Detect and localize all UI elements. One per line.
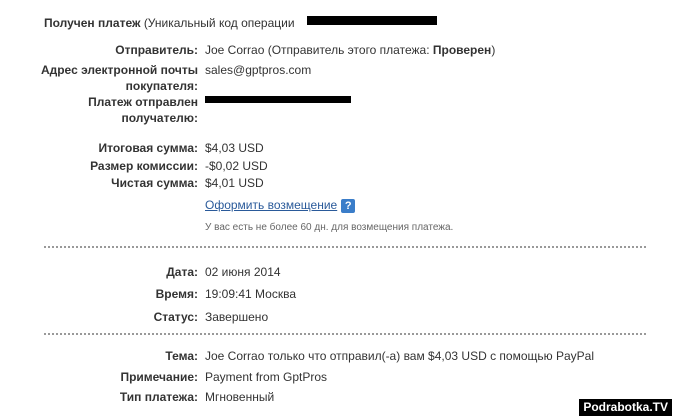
sent-to-label-line2: получателю: — [121, 111, 198, 125]
date-label: Дата: — [166, 265, 198, 279]
redacted-recipient-email — [205, 96, 351, 103]
refund-row: Оформить возмещение? — [205, 198, 356, 213]
status-label: Статус: — [153, 310, 198, 324]
status-value: Завершено — [205, 310, 269, 324]
date-value: 02 июня 2014 — [205, 265, 281, 279]
issue-refund-link[interactable]: Оформить возмещение — [205, 198, 337, 212]
redacted-transaction-id — [307, 16, 437, 25]
email-label-line2: покупателя: — [125, 79, 198, 93]
time-value: 19:09:41 Москва — [205, 287, 297, 301]
refund-note: У вас есть не более 60 дн. для возмещени… — [205, 222, 454, 233]
sent-to-label-line1: Платеж отправлен — [88, 95, 198, 109]
sender-value: Joe Corrao (Отправитель этого платежа: П… — [205, 43, 495, 57]
sender-name: Joe Corrao (Отправитель этого платежа: — [205, 43, 430, 57]
section-divider — [44, 333, 646, 335]
note-label: Примечание: — [120, 370, 198, 384]
sender-label: Отправитель: — [115, 43, 198, 57]
note-value: Payment from GptPros — [205, 370, 328, 384]
watermark-logo: Podrabotka.TV — [579, 399, 672, 416]
header-title: Получен платеж — [44, 16, 141, 30]
email-label-line1: Адрес электронной почты — [40, 63, 198, 77]
payment-header: Получен платеж (Уникальный код операции — [44, 16, 295, 30]
time-label: Время: — [155, 287, 198, 301]
section-divider — [44, 246, 646, 248]
payment-type-label: Тип платежа: — [119, 390, 198, 404]
net-value: $4,01 USD — [205, 176, 264, 190]
fee-value: -$0,02 USD — [205, 159, 268, 173]
sender-close-paren: ) — [491, 43, 496, 57]
payment-type-value: Мгновенный — [205, 390, 275, 404]
buyer-email: sales@gptpros.com — [205, 63, 312, 77]
total-value: $4,03 USD — [205, 141, 264, 155]
header-subtitle: (Уникальный код операции — [143, 16, 295, 30]
sender-verified-status: Проверен — [432, 43, 492, 57]
total-label: Итоговая сумма: — [98, 141, 198, 155]
help-icon[interactable]: ? — [341, 198, 356, 213]
net-label: Чистая сумма: — [111, 176, 198, 190]
subject-value: Joe Corrao только что отправил(-а) вам $… — [205, 349, 595, 363]
subject-label: Тема: — [165, 349, 198, 363]
fee-label: Размер комиссии: — [90, 159, 198, 173]
